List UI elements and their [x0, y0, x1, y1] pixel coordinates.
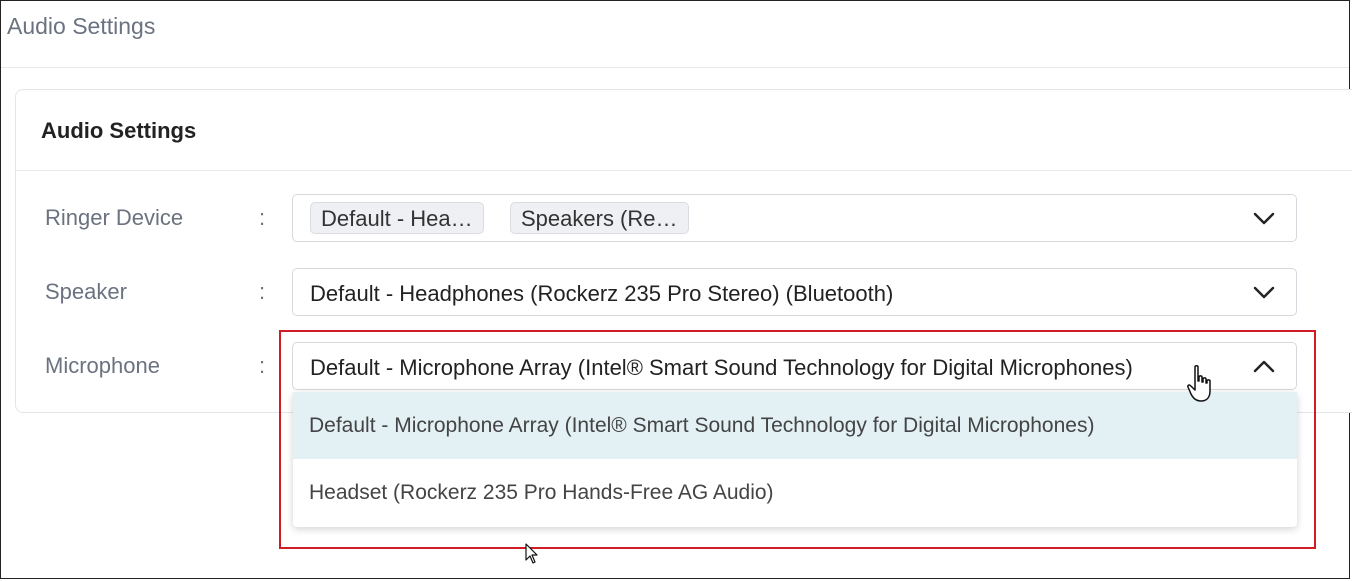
hand-pointer-icon: [1187, 364, 1211, 402]
microphone-colon: :: [259, 353, 266, 378]
speaker-label: Speaker: [45, 279, 127, 304]
chevron-down-icon[interactable]: [1252, 208, 1276, 228]
page-title: Audio Settings: [7, 13, 156, 39]
microphone-option-headset[interactable]: Headset (Rockerz 235 Pro Hands-Free AG A…: [293, 459, 1297, 526]
microphone-dropdown-menu: Default - Microphone Array (Intel® Smart…: [293, 392, 1297, 527]
microphone-option-default[interactable]: Default - Microphone Array (Intel® Smart…: [293, 392, 1297, 459]
speaker-selected-value: Default - Headphones (Rockerz 235 Pro St…: [310, 281, 894, 306]
microphone-label: Microphone: [45, 353, 160, 378]
ringer-chip-default[interactable]: Default - Hea…: [310, 202, 484, 234]
speaker-select[interactable]: Default - Headphones (Rockerz 235 Pro St…: [292, 268, 1297, 316]
microphone-selected-value: Default - Microphone Array (Intel® Smart…: [310, 355, 1133, 380]
arrow-pointer-icon: [525, 543, 538, 564]
chevron-up-icon[interactable]: [1252, 356, 1276, 376]
ringer-device-select[interactable]: Default - Hea… Speakers (Re…: [292, 194, 1297, 242]
ringer-chip-speakers[interactable]: Speakers (Re…: [510, 202, 689, 234]
ringer-device-label: Ringer Device: [45, 205, 184, 230]
ringer-device-colon: :: [259, 205, 266, 230]
card-header: Audio Settings: [16, 90, 1352, 171]
chevron-down-icon[interactable]: [1252, 282, 1276, 302]
speaker-colon: :: [259, 279, 266, 304]
microphone-select[interactable]: Default - Microphone Array (Intel® Smart…: [292, 342, 1297, 390]
card-title: Audio Settings: [41, 118, 197, 143]
page-header: Audio Settings: [1, 1, 1349, 68]
